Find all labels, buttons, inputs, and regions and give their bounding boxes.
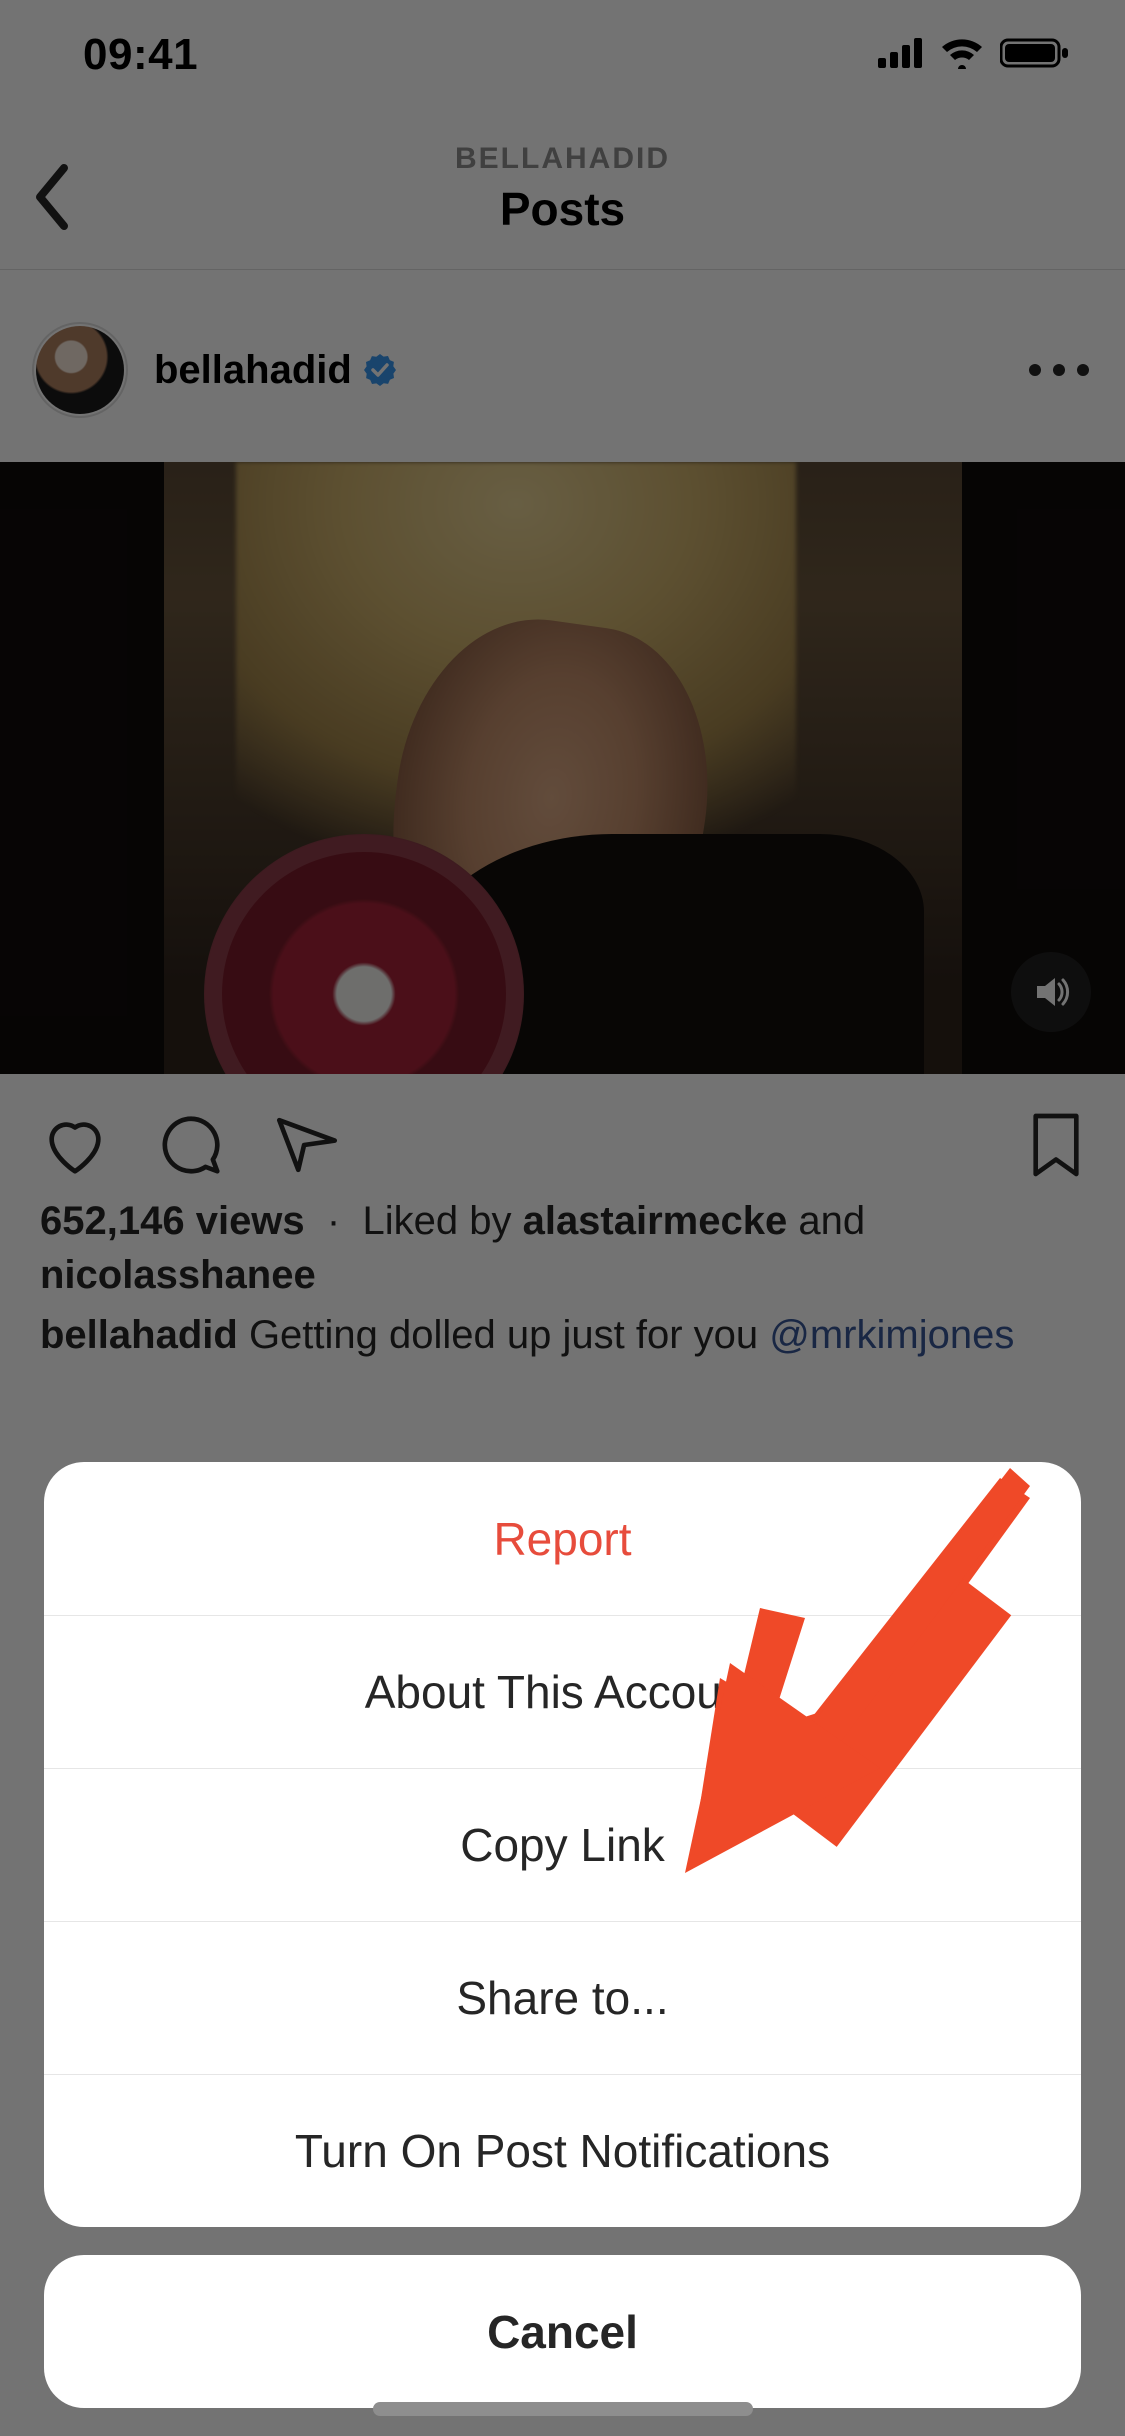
annotation-arrow-icon (660, 1468, 1030, 1898)
like-button[interactable] (40, 1110, 110, 1185)
post-media[interactable] (0, 462, 1125, 1074)
battery-icon (1000, 37, 1070, 74)
post-more-button[interactable] (1029, 364, 1089, 376)
header-subtitle: BELLAHADID (0, 142, 1125, 176)
views-count: 652,146 views (40, 1199, 305, 1243)
sheet-cancel-button[interactable]: Cancel (44, 2255, 1081, 2408)
status-right (878, 37, 1070, 74)
sheet-item-post-notifications[interactable]: Turn On Post Notifications (44, 2074, 1081, 2227)
share-button[interactable] (272, 1110, 342, 1185)
views-line: 652,146 views · Liked by alastairmecke a… (40, 1194, 1085, 1302)
caption-text: Getting dolled up just for you (249, 1313, 769, 1357)
liked-user-2[interactable]: nicolasshanee (40, 1253, 316, 1297)
comment-button[interactable] (156, 1110, 226, 1185)
caption-username[interactable]: bellahadid (40, 1313, 238, 1357)
verified-badge-icon (364, 354, 396, 386)
bookmark-button[interactable] (1027, 1110, 1085, 1185)
post-header: bellahadid (0, 300, 1125, 440)
caption-line: bellahadid Getting dolled up just for yo… (40, 1308, 1085, 1362)
sheet-item-share-to[interactable]: Share to... (44, 1921, 1081, 2074)
nav-header: BELLAHADID Posts (0, 120, 1125, 270)
sound-toggle-button[interactable] (1011, 952, 1091, 1032)
cellular-icon (878, 38, 924, 73)
post-actions (0, 1095, 1125, 1200)
liked-and: and (798, 1199, 865, 1243)
media-image (164, 462, 962, 1074)
liked-prefix: Liked by (362, 1199, 511, 1243)
home-indicator (373, 2402, 753, 2416)
status-time: 09:41 (55, 30, 198, 80)
post-username[interactable]: bellahadid (154, 348, 352, 393)
post-meta: 652,146 views · Liked by alastairmecke a… (40, 1194, 1085, 1362)
liked-user-1[interactable]: alastairmecke (523, 1199, 788, 1243)
caption-mention[interactable]: @mrkimjones (769, 1313, 1014, 1357)
header-title: Posts (0, 182, 1125, 236)
status-bar: 09:41 (0, 0, 1125, 110)
wifi-icon (940, 37, 984, 74)
avatar[interactable] (36, 326, 124, 414)
